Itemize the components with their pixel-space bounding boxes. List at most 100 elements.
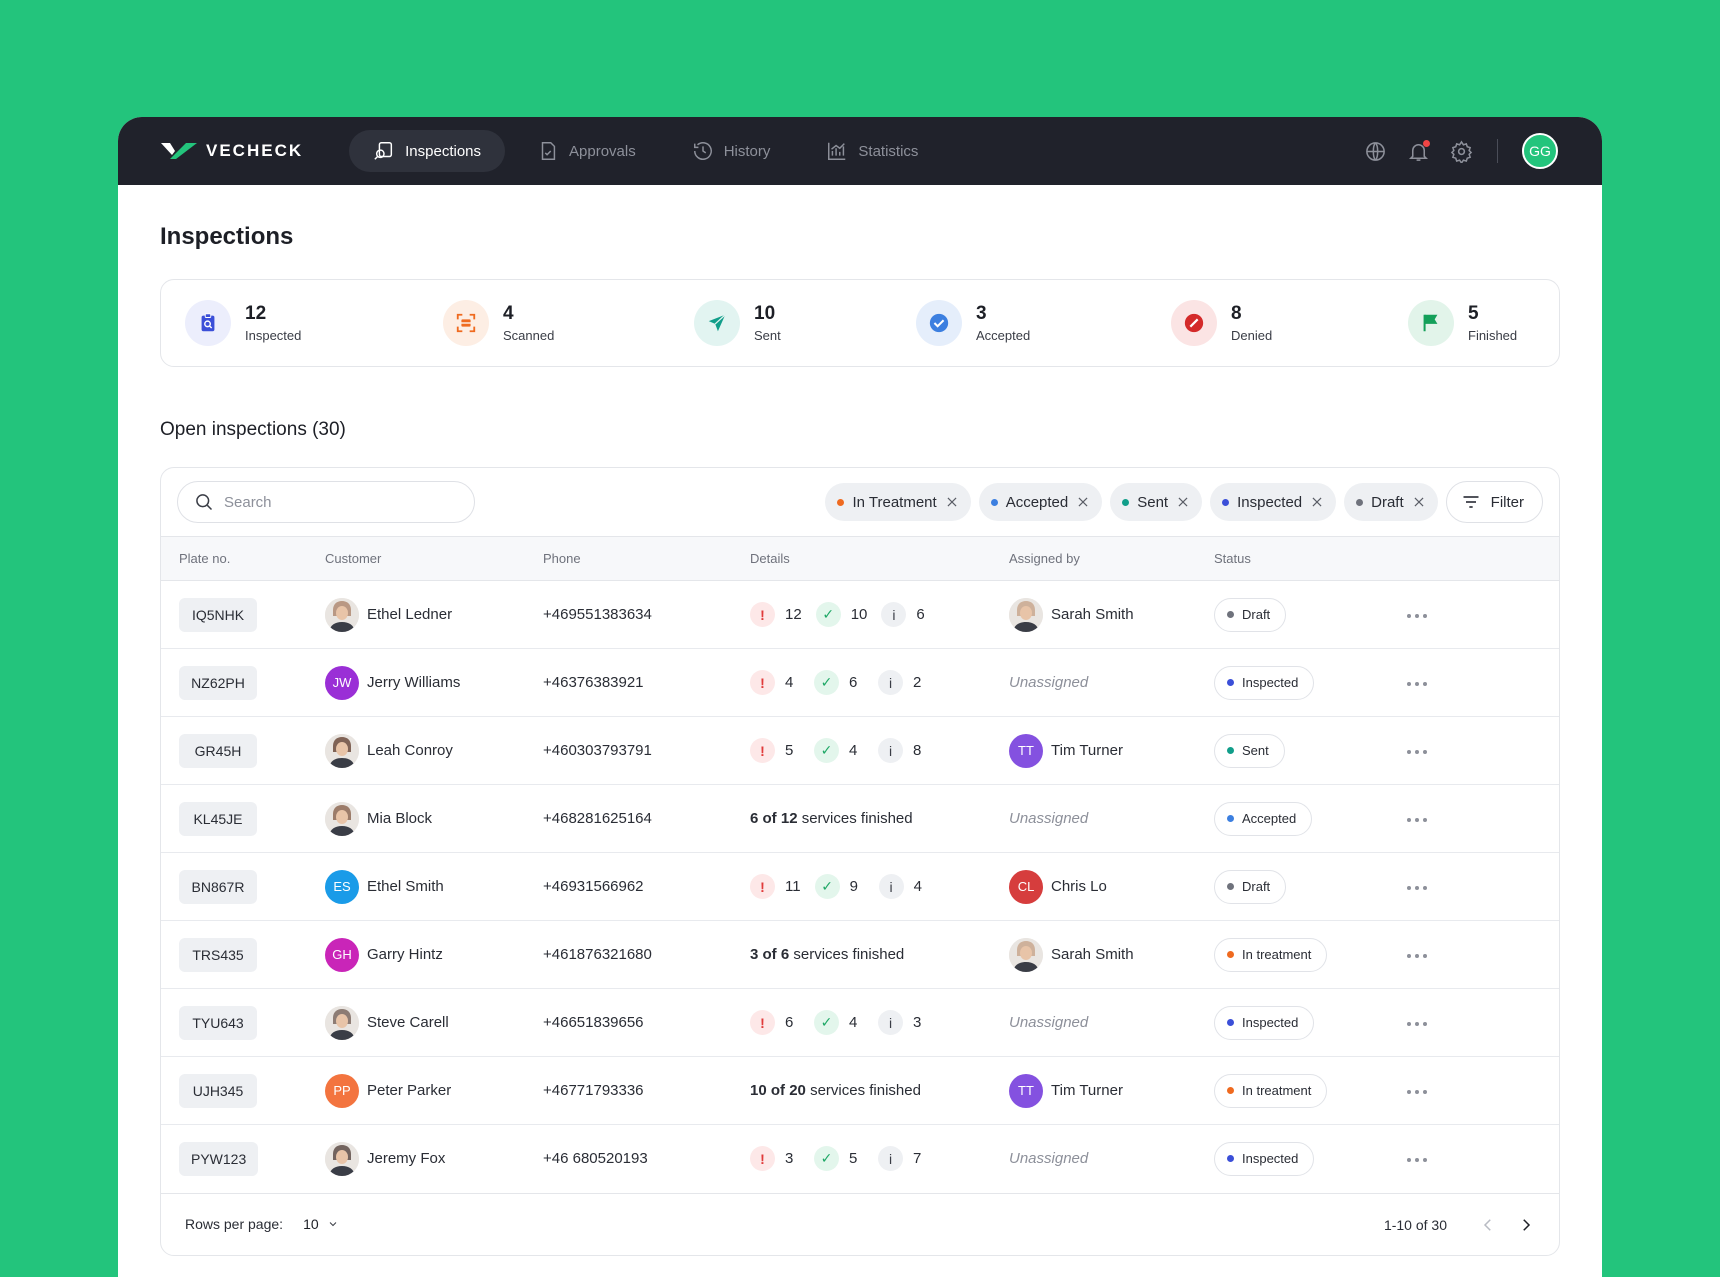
chip-dot bbox=[837, 498, 845, 506]
rows-per-page-select[interactable]: 10 bbox=[303, 1216, 339, 1232]
assignee-name: Chris Lo bbox=[1051, 878, 1107, 895]
notifications-button[interactable] bbox=[1407, 139, 1430, 163]
avatar: TT bbox=[1009, 733, 1043, 768]
cell-status: Accepted bbox=[1214, 785, 1384, 853]
table-header-row: Plate no. Customer Phone Details Assigne… bbox=[161, 536, 1559, 581]
stat-denied[interactable]: 8 Denied bbox=[1171, 300, 1272, 346]
more-icon[interactable] bbox=[1406, 885, 1428, 891]
stat-value: 10 bbox=[754, 303, 776, 324]
gear-icon[interactable] bbox=[1450, 140, 1473, 163]
table-row[interactable]: NZ62PH JW Jerry Williams +46376383921! 4 ✓ 6 i 2… bbox=[161, 649, 1559, 717]
customer: Mia Block bbox=[325, 801, 543, 836]
services-suffix: services finished bbox=[801, 810, 913, 827]
table-row[interactable]: TRS435 GH Garry Hintz +461876321680 3 of 6 s… bbox=[161, 921, 1559, 989]
status-label: Accepted bbox=[1242, 811, 1297, 826]
detail-counts: ! 11 ✓ 9 i 4 bbox=[750, 874, 1009, 899]
alert-icon: ! bbox=[750, 602, 775, 627]
filter-chip[interactable]: In Treatment bbox=[825, 483, 971, 521]
filter-chip[interactable]: Sent bbox=[1110, 483, 1203, 521]
cell-details: ! 5 ✓ 4 i 8 bbox=[750, 717, 1009, 785]
table-row[interactable]: IQ5NHK Ethel Ledner +469551383634! 12 ✓ 10 i 6 S… bbox=[161, 581, 1559, 649]
logo[interactable]: VECHECK bbox=[160, 141, 303, 161]
detail-counts: ! 12 ✓ 10 i 6 bbox=[750, 602, 1009, 627]
nav-history[interactable]: History bbox=[668, 130, 795, 172]
col-details[interactable]: Details bbox=[750, 537, 1009, 581]
stat-icon-wrap bbox=[1171, 300, 1217, 346]
cell-assigned: TT Tim Turner bbox=[1009, 717, 1214, 785]
stat-sent[interactable]: 10 Sent bbox=[694, 300, 781, 346]
detail-ok: ✓ 4 bbox=[814, 1010, 864, 1035]
chevron-right-icon[interactable] bbox=[1517, 1216, 1535, 1234]
globe-icon[interactable] bbox=[1364, 140, 1387, 163]
col-plate[interactable]: Plate no. bbox=[161, 537, 325, 581]
avatar-photo bbox=[1009, 937, 1043, 972]
status-label: Draft bbox=[1242, 879, 1271, 894]
search-box bbox=[177, 481, 475, 523]
inspection-icon bbox=[374, 142, 393, 160]
table-row[interactable]: TYU643 Steve Carell +46651839656! 6 ✓ 4 i 3 Unas… bbox=[161, 989, 1559, 1057]
col-customer[interactable]: Customer bbox=[325, 537, 543, 581]
detail-ok: ✓ 9 bbox=[814, 874, 865, 899]
table-row[interactable]: UJH345 PP Peter Parker +46771793336 10 of 20… bbox=[161, 1057, 1559, 1125]
plate-badge: TYU643 bbox=[179, 1005, 257, 1040]
cell-details: ! 4 ✓ 6 i 2 bbox=[750, 649, 1009, 717]
more-icon[interactable] bbox=[1406, 681, 1428, 687]
detail-warn: ! 5 bbox=[750, 738, 800, 763]
status-dot bbox=[1227, 1155, 1234, 1163]
more-icon[interactable] bbox=[1406, 613, 1428, 619]
stat-inspected[interactable]: 12 Inspected bbox=[185, 300, 301, 346]
chevron-left-icon[interactable] bbox=[1479, 1216, 1497, 1234]
close-icon[interactable] bbox=[945, 495, 959, 509]
col-status[interactable]: Status bbox=[1214, 537, 1384, 581]
filter-chip[interactable]: Accepted bbox=[978, 483, 1103, 521]
more-icon[interactable] bbox=[1406, 1089, 1428, 1095]
nav-statistics[interactable]: Statistics bbox=[802, 130, 942, 172]
cell-plate: TYU643 bbox=[161, 989, 325, 1057]
stat-scanned[interactable]: 4 Scanned bbox=[443, 300, 554, 346]
cell-status: In treatment bbox=[1214, 921, 1384, 989]
more-icon[interactable] bbox=[1406, 953, 1428, 959]
close-icon[interactable] bbox=[1412, 495, 1426, 509]
user-avatar[interactable]: GG bbox=[1522, 133, 1558, 169]
nav-approvals[interactable]: Approvals bbox=[513, 130, 660, 172]
chip-label: Inspected bbox=[1237, 493, 1303, 511]
notification-dot bbox=[1423, 139, 1430, 147]
assignee: Sarah Smith bbox=[1009, 937, 1214, 972]
cell-details: 10 of 20 services finished bbox=[750, 1057, 1009, 1125]
nav-inspections[interactable]: Inspections bbox=[349, 130, 506, 172]
more-icon[interactable] bbox=[1406, 1157, 1428, 1163]
table-row[interactable]: KL45JE Mia Block +468281625164 6 of 12 serv… bbox=[161, 785, 1559, 853]
cell-phone: +46771793336 bbox=[543, 1082, 644, 1099]
detail-count: 4 bbox=[785, 674, 794, 691]
detail-count: 6 bbox=[849, 674, 858, 691]
detail-count: 7 bbox=[913, 1150, 922, 1168]
search-input[interactable] bbox=[224, 493, 444, 511]
more-icon[interactable] bbox=[1406, 749, 1428, 755]
close-icon[interactable] bbox=[1310, 495, 1324, 509]
more-icon[interactable] bbox=[1406, 1021, 1428, 1027]
unassigned-label: Unassigned bbox=[1009, 1014, 1089, 1031]
filter-chip[interactable]: Draft bbox=[1344, 483, 1438, 521]
table-row[interactable]: BN867R ES Ethel Smith +46931566962! 11 ✓ 9 i 4 CL… bbox=[161, 853, 1559, 921]
status-dot bbox=[1227, 747, 1234, 754]
more-icon[interactable] bbox=[1406, 817, 1428, 823]
col-phone[interactable]: Phone bbox=[543, 537, 750, 581]
rows-per-page-value: 10 bbox=[303, 1216, 319, 1232]
cell-assigned: Unassigned bbox=[1009, 989, 1214, 1057]
cell-customer: Ethel Ledner bbox=[325, 581, 543, 649]
table-row[interactable]: PYW123 Jeremy Fox +46 680520193! 3 ✓ 5 i 7 Unass… bbox=[161, 1125, 1559, 1193]
filter-button[interactable]: Filter bbox=[1445, 481, 1543, 523]
cell-details: 3 of 6 services finished bbox=[750, 921, 1009, 989]
stat-accepted[interactable]: 3 Accepted bbox=[916, 300, 1030, 346]
alert-icon: ! bbox=[750, 1010, 775, 1035]
section-title: Open inspections (30) bbox=[160, 419, 346, 440]
close-icon[interactable] bbox=[1076, 495, 1090, 509]
close-icon[interactable] bbox=[1176, 495, 1190, 509]
cell-details: ! 12 ✓ 10 i 6 bbox=[750, 581, 1009, 649]
table-row[interactable]: GR45H Leah Conroy +460303793791! 5 ✓ 4 i 8 TT Tim… bbox=[161, 717, 1559, 785]
cell-phone: +460303793791 bbox=[543, 742, 652, 759]
col-assigned[interactable]: Assigned by bbox=[1009, 537, 1214, 581]
filter-chip[interactable]: Inspected bbox=[1210, 483, 1337, 521]
stat-finished[interactable]: 5 Finished bbox=[1408, 300, 1517, 346]
status-badge: In treatment bbox=[1214, 1073, 1328, 1108]
